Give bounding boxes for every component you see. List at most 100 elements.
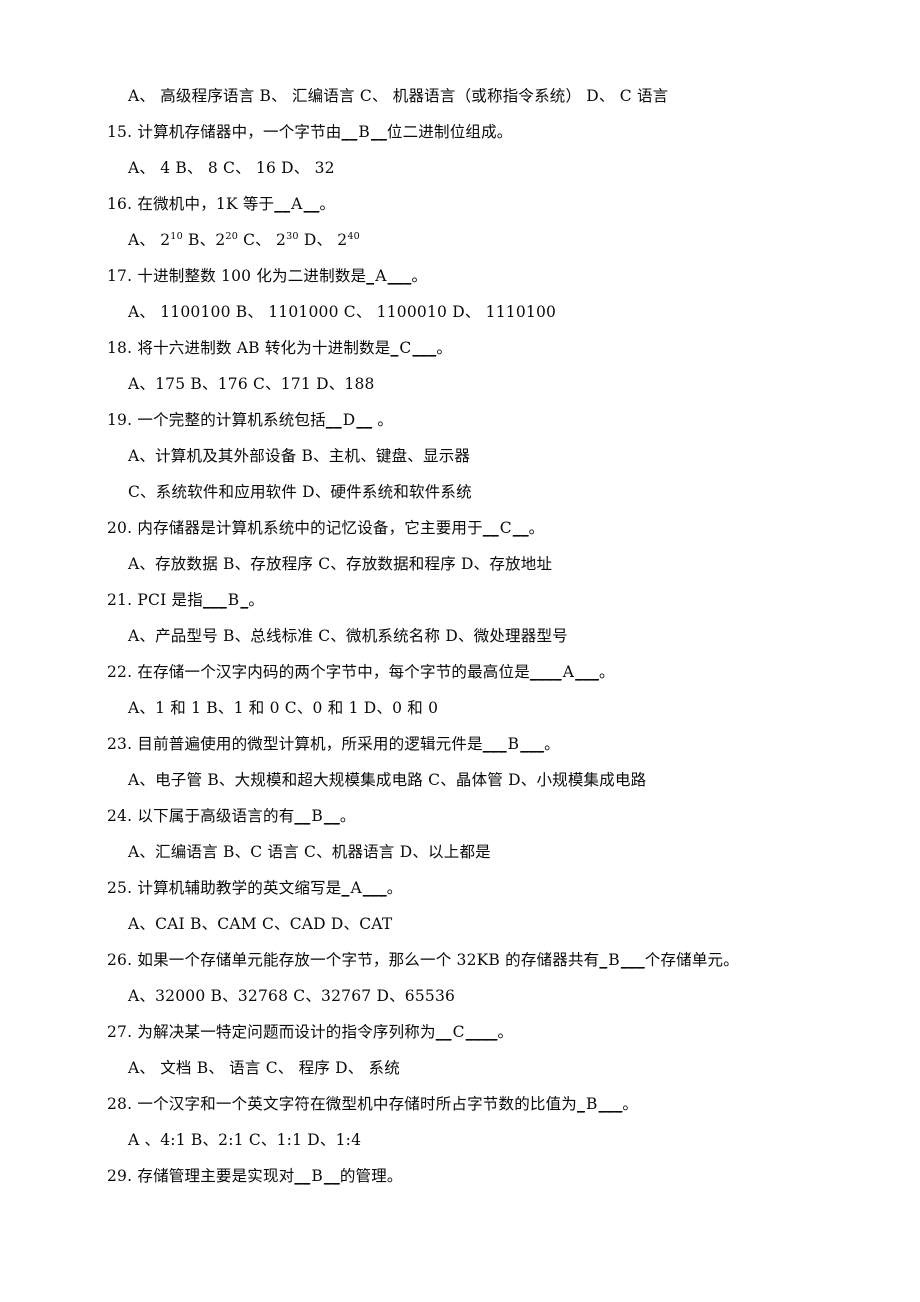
question-stem: 24. 以下属于高级语言的有__B__。 [107,798,847,834]
answer-blank-left: _ [341,879,350,897]
question-number: 21. [107,591,133,609]
answer-blank-left: __ [274,195,291,213]
answer-blank-right: ___ [412,339,437,357]
question-text: 计算机存储器中，一个字节由 [132,123,342,141]
option-text: C、系统软件和应用软件 D、硬件系统和软件系统 [128,483,472,501]
answer-letter: D [342,411,356,429]
exponent: 40 [347,230,360,242]
answer-blank-right: __ [303,195,320,213]
answer-blank-left: ___ [202,591,227,609]
question-text: 计算机辅助教学的英文缩写是 [132,879,342,897]
option-text: A、 4 B、 8 C、 16 D、 32 [128,159,335,177]
question-text: 为解决某一特定问题而设计的指令序列称为 [132,1023,436,1041]
option-text: A、CAI B、CAM C、CAD D、CAT [128,915,393,933]
question-options: A、 210 B、220 C、 230 D、 240 [107,222,847,258]
answer-blank-left: __ [482,519,499,537]
answer-blank-right: __ [323,807,340,825]
answer-blank-left: __ [341,123,358,141]
exponent: 30 [286,230,299,242]
option-text: D、 2 [298,231,348,249]
answer-blank-right: ___ [575,663,599,681]
option-text: A、电子管 B、大规模和超大规模集成电路 C、晶体管 D、小规模集成电路 [128,771,647,789]
question-text-tail: 。 [411,267,428,285]
answer-letter: B [311,807,323,825]
exponent: 20 [225,230,238,242]
question-number: 22. [107,663,133,681]
question-text-tail: 。 [248,591,265,609]
answer-blank-left: _ [390,339,399,357]
option-text: A、 1100100 B、 1101000 C、 1100010 D、 1110… [128,303,557,321]
answer-letter: C [399,339,412,357]
answer-letter: A [375,267,387,285]
question-text: 一个完整的计算机系统包括 [132,411,326,429]
option-text: A、1 和 1 B、1 和 0 C、0 和 1 D、0 和 0 [128,699,439,717]
question-number: 17. [107,267,133,285]
question-text-tail: 。 [339,807,356,825]
question-number: 26. [107,951,133,969]
question-number: 18. [107,339,133,357]
question-text: 如果一个存储单元能存放一个字节，那么一个 32KB 的存储器共有 [132,951,600,969]
question-number: 24. [107,807,133,825]
question-text: 目前普遍使用的微型计算机，所采用的逻辑元件是 [132,735,483,753]
answer-blank-left: __ [325,411,342,429]
answer-blank-right: ___ [362,879,387,897]
question-options: A、 文档 B、 语言 C、 程序 D、 系统 [107,1050,847,1086]
option-text: A 、4:1 B、2:1 C、1:1 D、1:4 [128,1131,362,1149]
question-stem: 15. 计算机存储器中，一个字节由__B__位二进制位组成。 [107,114,847,150]
question-options: C、系统软件和应用软件 D、硬件系统和软件系统 [107,474,847,510]
question-number: 27. [107,1023,133,1041]
answer-letter: B [585,1095,598,1113]
answer-letter: B [227,591,240,609]
question-options: A 、4:1 B、2:1 C、1:1 D、1:4 [107,1122,847,1158]
question-text-tail: 。 [528,519,545,537]
question-options: A、产品型号 B、总线标准 C、微机系统名称 D、微处理器型号 [107,618,847,654]
question-options: A、1 和 1 B、1 和 0 C、0 和 1 D、0 和 0 [107,690,847,726]
answer-blank-left: ____ [529,663,562,681]
answer-blank-right: ___ [387,267,412,285]
question-text: 在存储一个汉字内码的两个字节中，每个字节的最高位是 [132,663,530,681]
answer-blank-right: ____ [465,1023,498,1041]
question-stem: 28. 一个汉字和一个英文字符在微型机中存储时所占字节数的比值为_B___。 [107,1086,847,1122]
option-text: A、32000 B、32768 C、32767 D、65536 [128,987,456,1005]
question-number: 25. [107,879,133,897]
option-text: A、 高级程序语言 B、 汇编语言 C、 机器语言（或称指令系统） D、 C 语… [128,87,669,105]
question-stem: 26. 如果一个存储单元能存放一个字节，那么一个 32KB 的存储器共有_B__… [107,942,847,978]
answer-blank-left: _ [599,951,608,969]
question-options: A、 4 B、 8 C、 16 D、 32 [107,150,847,186]
option-text: A、存放数据 B、存放程序 C、存放数据和程序 D、存放地址 [128,555,553,573]
question-text-tail: 。 [622,1095,639,1113]
question-options: A、CAI B、CAM C、CAD D、CAT [107,906,847,942]
question-options: A、 高级程序语言 B、 汇编语言 C、 机器语言（或称指令系统） D、 C 语… [107,78,847,114]
answer-letter: B [507,735,520,753]
question-options: A、汇编语言 B、C 语言 C、机器语言 D、以上都是 [107,834,847,870]
answer-blank-left: __ [294,1167,311,1185]
question-text-tail: 。 [598,663,615,681]
question-text-tail: 。 [372,411,394,429]
question-text: 十进制整数 100 化为二进制数是 [132,267,367,285]
question-options: A、175 B、176 C、171 D、188 [107,366,847,402]
answer-blank-right: ___ [620,951,645,969]
question-text: 将十六进制数 AB 转化为十进制数是 [132,339,391,357]
option-text: A、 文档 B、 语言 C、 程序 D、 系统 [128,1059,400,1077]
answer-blank-left: _ [366,267,375,285]
question-text-tail: 。 [319,195,336,213]
answer-letter: B [608,951,620,969]
question-stem: 20. 内存储器是计算机系统中的记忆设备，它主要用于__C__。 [107,510,847,546]
question-stem: 25. 计算机辅助教学的英文缩写是_A___。 [107,870,847,906]
question-stem: 21. PCI 是指___B_。 [107,582,847,618]
question-stem: 18. 将十六进制数 AB 转化为十进制数是_C___。 [107,330,847,366]
answer-letter: C [499,519,512,537]
question-stem: 19. 一个完整的计算机系统包括__D__ 。 [107,402,847,438]
question-text-tail: 。 [544,735,560,753]
option-text: A、 2 [128,231,171,249]
answer-blank-right: ___ [598,1095,623,1113]
question-stem: 22. 在存储一个汉字内码的两个字节中，每个字节的最高位是____A___。 [107,654,847,690]
answer-blank-right: __ [356,411,373,429]
question-stem: 17. 十进制整数 100 化为二进制数是_A___。 [107,258,847,294]
exponent: 10 [170,230,183,242]
question-text-tail: 。 [436,339,453,357]
option-text: A、汇编语言 B、C 语言 C、机器语言 D、以上都是 [128,843,491,861]
option-text: B、2 [182,231,226,249]
question-stem: 27. 为解决某一特定问题而设计的指令序列称为__C____。 [107,1014,847,1050]
question-options: A、32000 B、32768 C、32767 D、65536 [107,978,847,1014]
